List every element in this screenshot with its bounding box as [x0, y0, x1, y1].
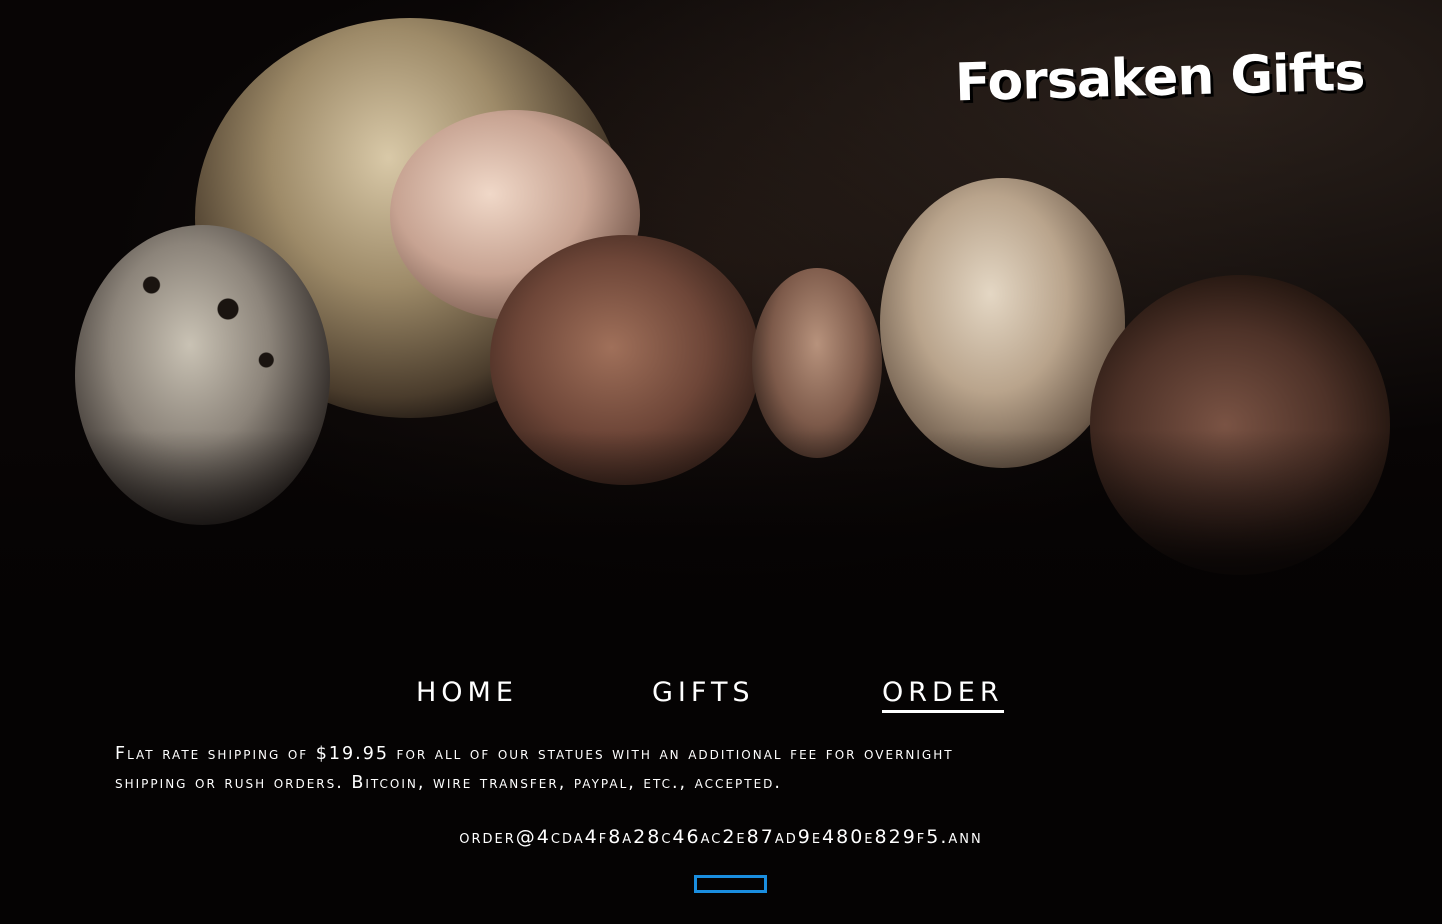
nav-home[interactable]: HOME: [416, 676, 518, 710]
main-nav: HOME GIFTS ORDER: [0, 676, 1442, 716]
blue-outline-box[interactable]: [694, 875, 767, 893]
shipping-line-2: shipping or rush orders. Bitcoin, wire t…: [115, 773, 782, 793]
shipping-info: Flat rate shipping of $19.95 for all of …: [115, 740, 1345, 798]
order-email[interactable]: order@4cda4f8a28c46ac2e87ad9e480e829f5.a…: [0, 826, 1442, 848]
nav-order[interactable]: ORDER: [882, 676, 1004, 713]
doll-bald: [880, 178, 1125, 468]
hero-fade: [0, 430, 1442, 650]
site-logo[interactable]: Forsaken Gifts: [954, 43, 1365, 114]
shipping-line-1: Flat rate shipping of $19.95 for all of …: [115, 744, 954, 764]
nav-gifts[interactable]: GIFTS: [652, 676, 755, 710]
